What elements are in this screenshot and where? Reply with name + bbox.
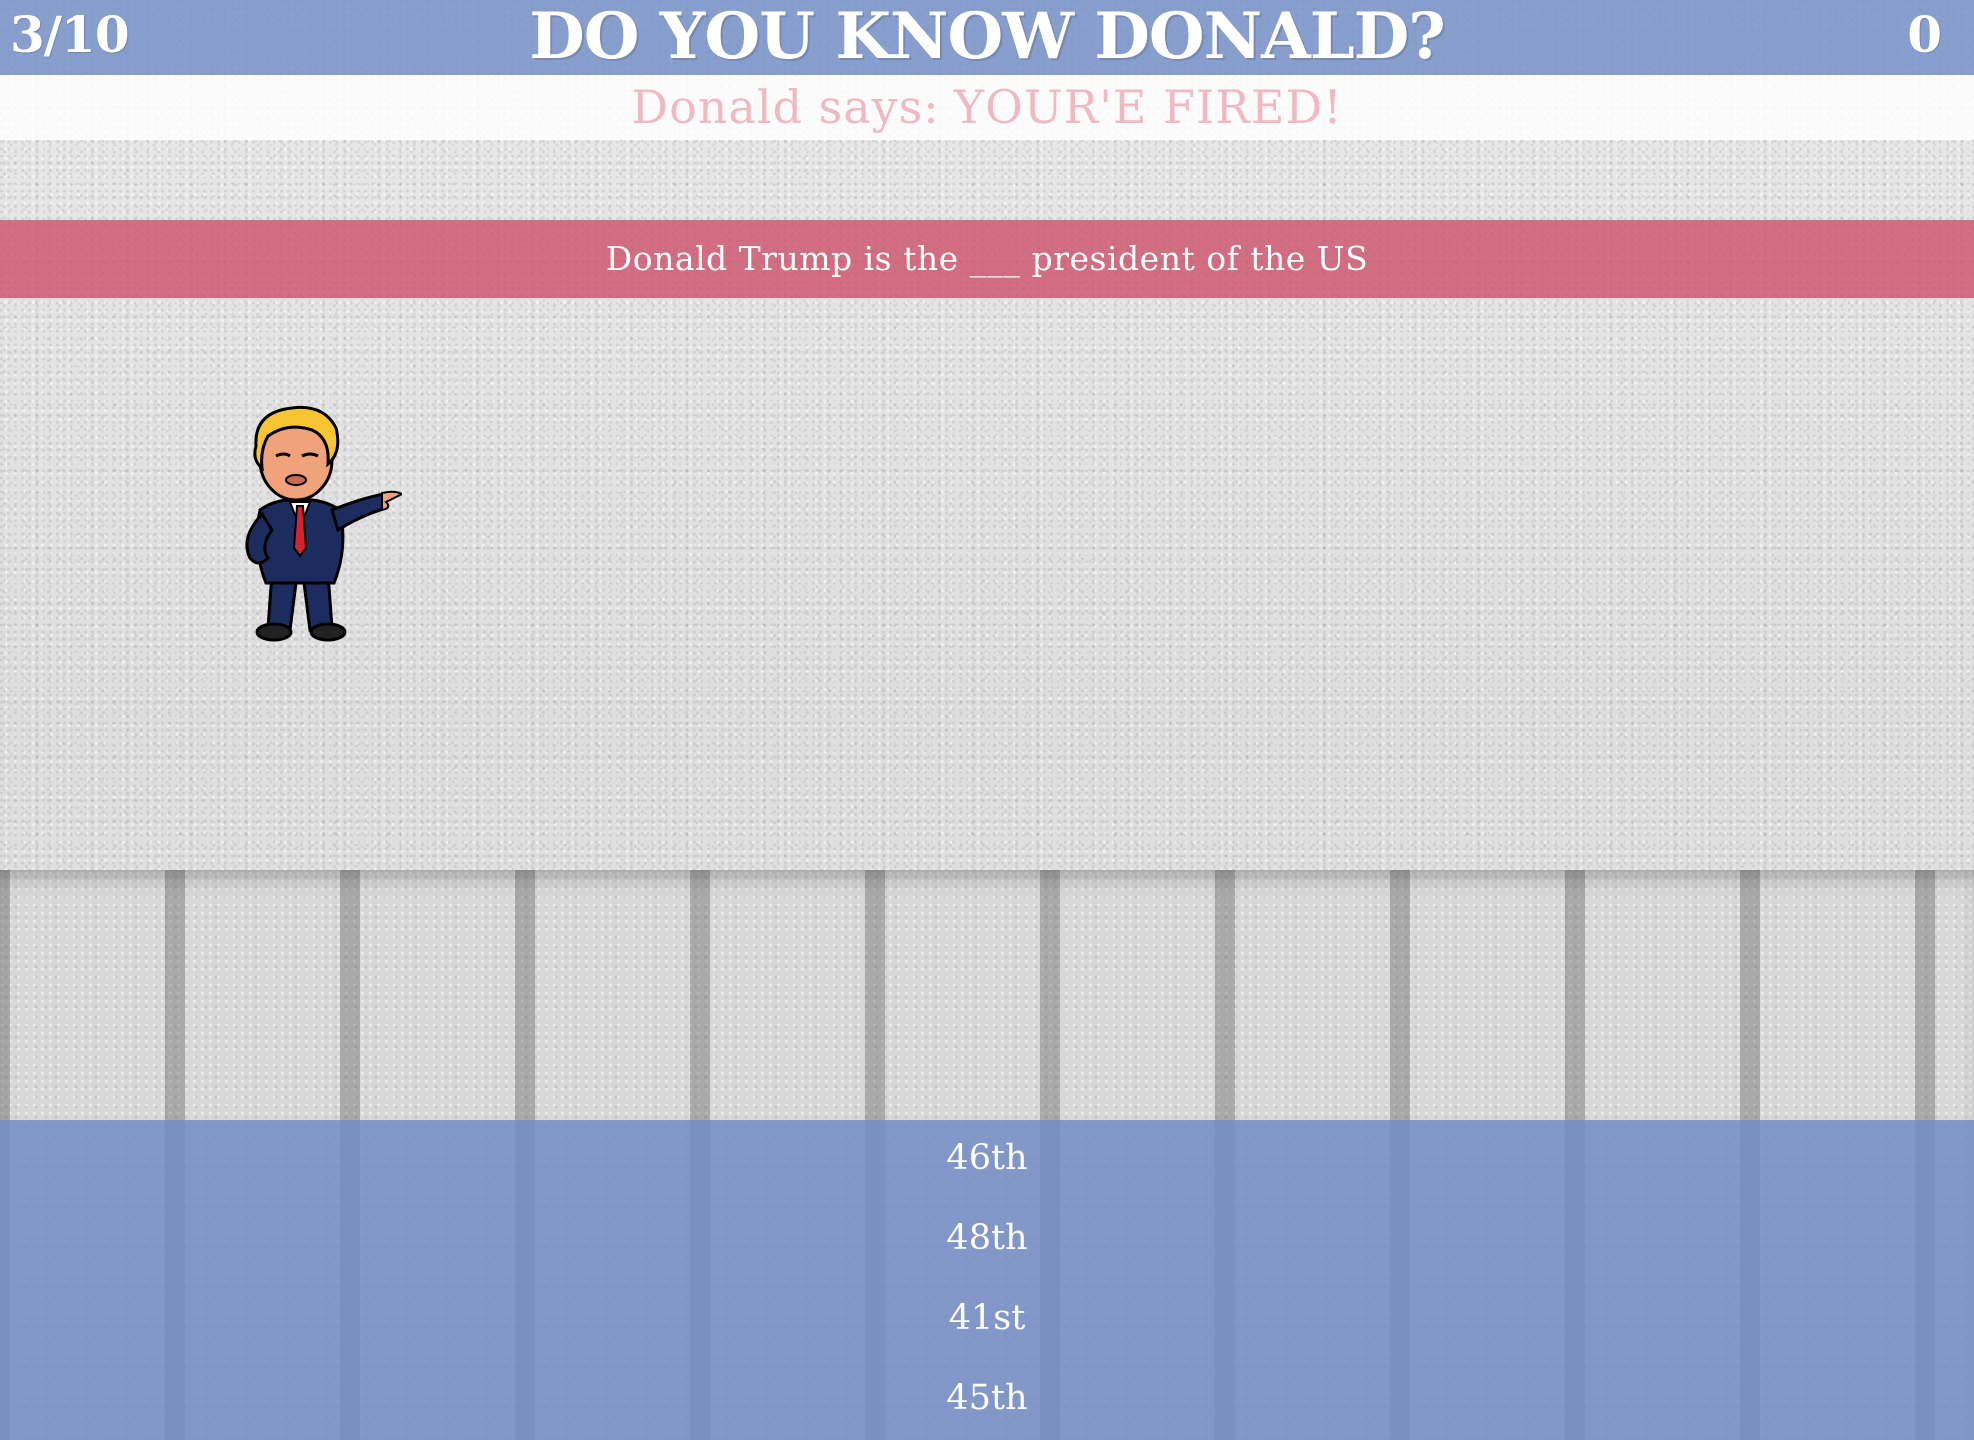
trump-cartoon-icon — [245, 405, 402, 642]
answer-option-3[interactable]: 41st — [0, 1288, 1974, 1348]
answer-option-1[interactable]: 46th — [0, 1128, 1974, 1188]
donald-says-prefix: Donald says: — [631, 80, 940, 134]
answers-panel: 46th 48th 41st 45th — [0, 1120, 1974, 1440]
header-bar: 3/10 DO YOU KNOW DONALD? 0 — [0, 0, 1974, 75]
donald-says-bar: Donald says: YOUR'E FIRED! — [0, 75, 1974, 140]
score-counter: 0 — [1907, 5, 1942, 64]
game-title: DO YOU KNOW DONALD? — [529, 0, 1446, 74]
question-text: Donald Trump is the ___ president of the… — [605, 239, 1369, 278]
donald-says-message: YOUR'E FIRED! — [953, 80, 1343, 134]
answer-option-4[interactable]: 45th — [0, 1368, 1974, 1428]
donald-says-text: Donald says: YOUR'E FIRED! — [631, 80, 1343, 134]
answer-option-2[interactable]: 48th — [0, 1208, 1974, 1268]
question-bar: Donald Trump is the ___ president of the… — [0, 220, 1974, 298]
